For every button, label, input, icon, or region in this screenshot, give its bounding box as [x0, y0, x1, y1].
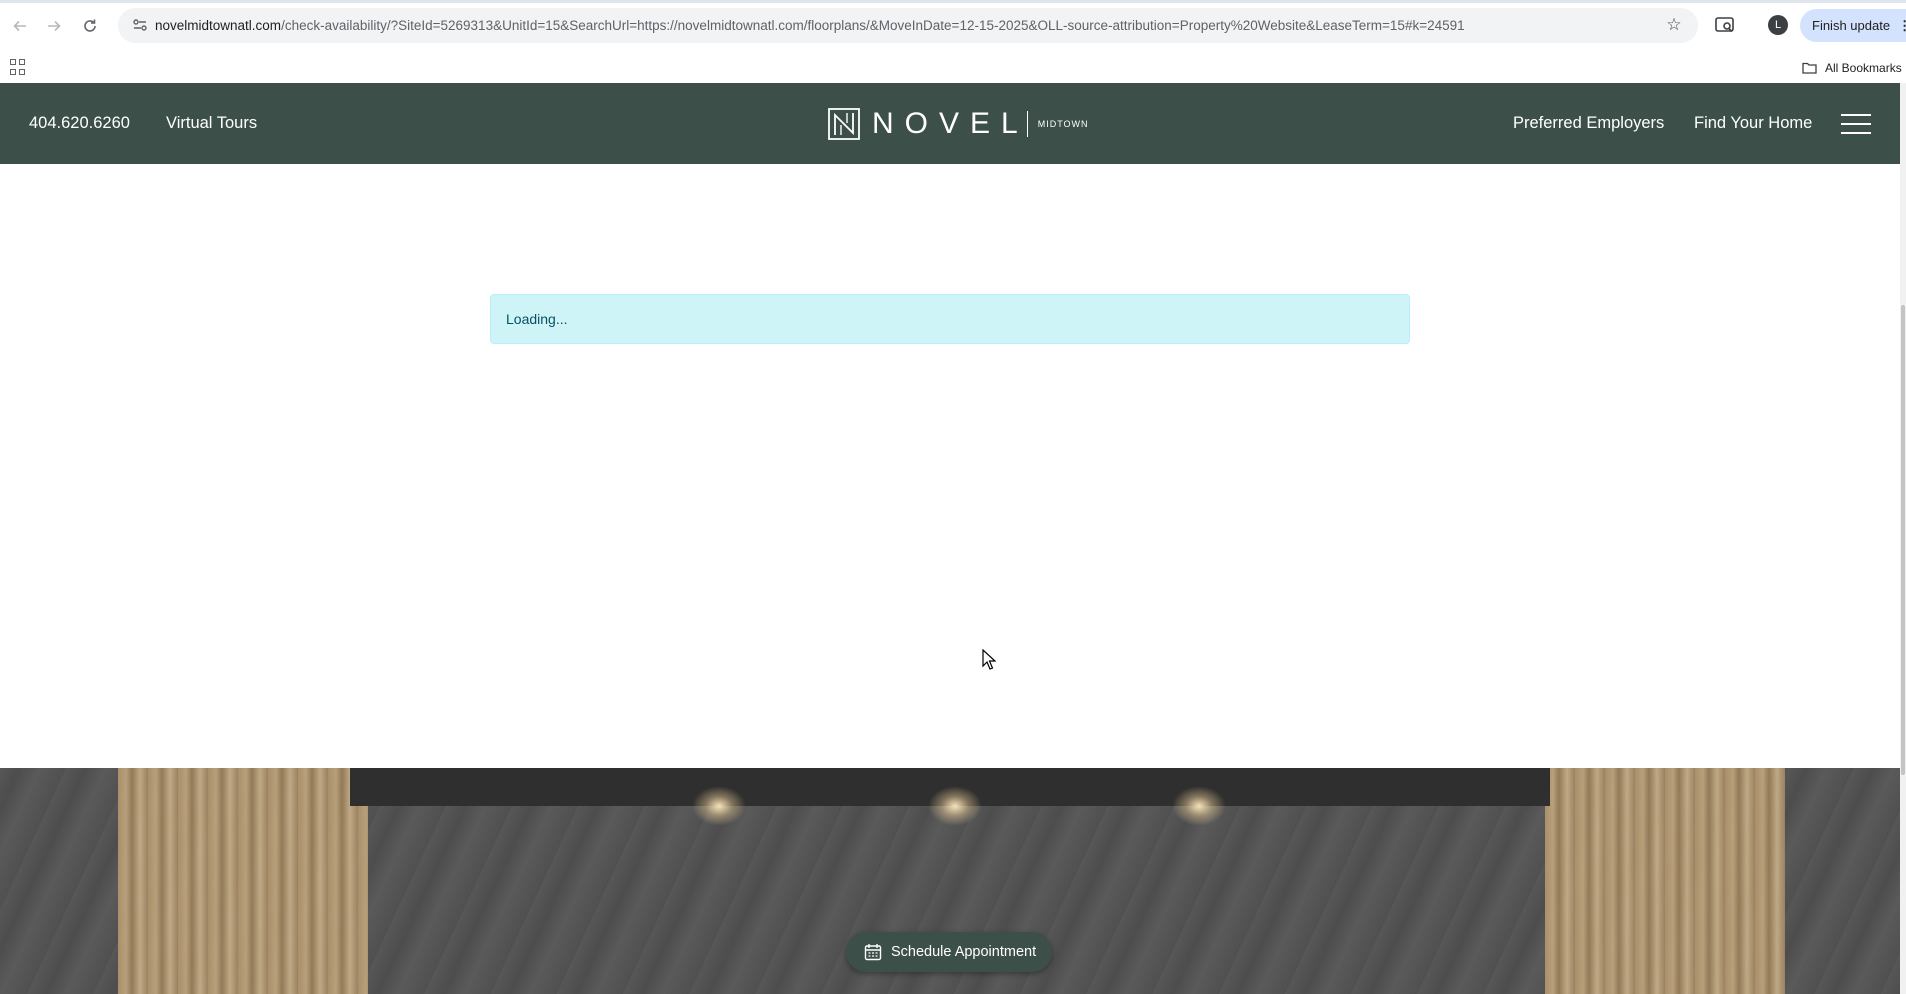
calendar-icon [864, 944, 882, 961]
all-bookmarks-label: All Bookmarks [1825, 61, 1902, 75]
profile-avatar[interactable]: L [1768, 15, 1788, 35]
ceiling-light [928, 786, 982, 826]
loading-alert: Loading... [490, 294, 1410, 344]
ceiling-light [1172, 786, 1226, 826]
phone-link[interactable]: 404.620.6260 [29, 114, 130, 133]
address-bar[interactable]: novelmidtownatl.com/check-availability/?… [118, 8, 1698, 43]
wood-panel-left [118, 768, 368, 994]
all-bookmarks-button[interactable]: All Bookmarks [1802, 59, 1902, 77]
wood-panel-right [1545, 768, 1785, 994]
bookmark-star-icon[interactable]: ☆ [1664, 15, 1684, 35]
site-info-icon[interactable] [132, 17, 148, 33]
forward-button[interactable] [42, 14, 66, 38]
finish-update-button[interactable]: Finish update ⋮ [1800, 9, 1906, 42]
folder-icon [1802, 62, 1817, 74]
more-vert-icon: ⋮ [1898, 17, 1906, 33]
ceiling-light [692, 786, 746, 826]
logo-subtitle: MIDTOWN [1037, 119, 1089, 129]
bookmarks-bar: All Bookmarks [0, 51, 1906, 83]
url-text[interactable]: novelmidtownatl.com/check-availability/?… [155, 18, 1648, 33]
scrollbar-thumb[interactable] [1901, 305, 1905, 775]
reload-button[interactable] [78, 14, 102, 38]
schedule-appointment-button[interactable]: Schedule Appointment [846, 932, 1052, 972]
finish-update-label: Finish update [1812, 18, 1891, 33]
schedule-appointment-label: Schedule Appointment [891, 944, 1037, 960]
page-scrollbar[interactable] [1900, 83, 1906, 994]
apps-grid-icon[interactable] [10, 59, 26, 75]
find-your-home-link[interactable]: Find Your Home [1694, 114, 1812, 133]
mouse-cursor-icon [982, 649, 996, 670]
novel-logo-icon [828, 108, 860, 140]
back-button[interactable] [8, 14, 32, 38]
url-path: /check-availability/?SiteId=5269313&Unit… [281, 18, 1465, 33]
logo-word: NOVEL [872, 107, 1029, 140]
site-logo[interactable]: NOVEL MIDTOWN [828, 107, 1089, 141]
loading-text: Loading... [506, 311, 568, 327]
tab-strip [0, 0, 1906, 3]
reload-icon [84, 19, 96, 32]
url-domain: novelmidtownatl.com [155, 18, 282, 33]
preferred-employers-link[interactable]: Preferred Employers [1513, 114, 1664, 133]
tab-search-icon[interactable] [1714, 14, 1736, 36]
logo-divider [1026, 111, 1028, 137]
arrow-right-icon [48, 20, 61, 32]
arrow-left-icon [13, 20, 26, 32]
virtual-tours-link[interactable]: Virtual Tours [166, 114, 257, 133]
site-header: 404.620.6260 Virtual Tours NOVEL MIDTOWN… [0, 83, 1900, 164]
hamburger-menu-icon[interactable] [1841, 114, 1871, 134]
browser-toolbar: novelmidtownatl.com/check-availability/?… [0, 0, 1906, 51]
